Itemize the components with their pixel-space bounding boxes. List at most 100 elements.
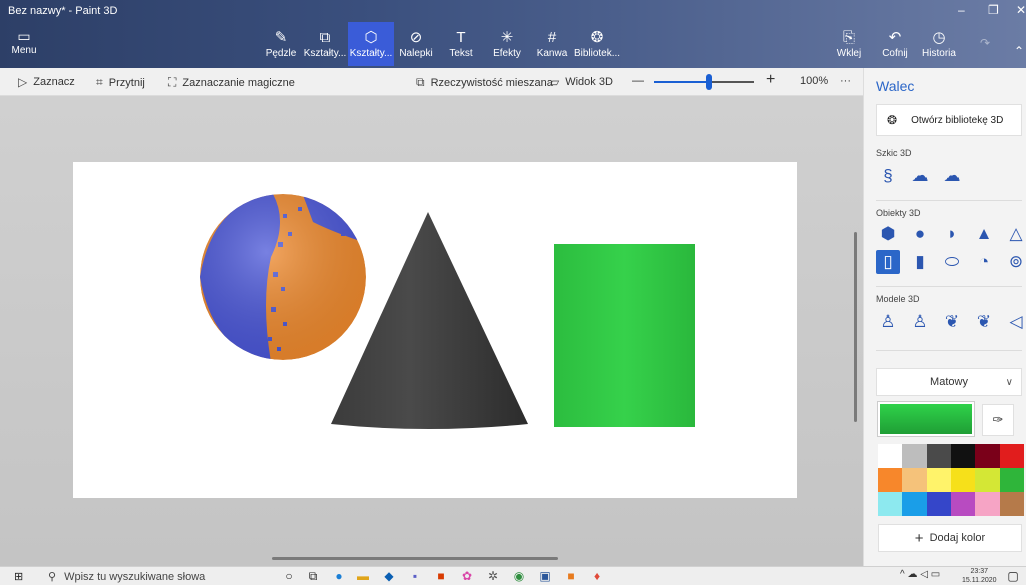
- cylinder-icon[interactable]: ▯: [876, 250, 900, 274]
- color-swatch[interactable]: [878, 444, 903, 468]
- horizontal-scrollbar[interactable]: [272, 557, 558, 560]
- zoom-in-button[interactable]: +: [766, 71, 775, 89]
- color-swatch[interactable]: [878, 492, 903, 516]
- donut-icon[interactable]: ◔: [972, 250, 996, 274]
- tool-library[interactable]: ❂ Bibliotek...: [574, 22, 620, 66]
- minimize-button[interactable]: –: [958, 3, 965, 17]
- app-orange-icon[interactable]: ■: [562, 568, 580, 584]
- text-icon: T: [456, 28, 466, 46]
- color-swatch[interactable]: [999, 468, 1024, 492]
- system-tray[interactable]: ^ ☁ ◁ ▭: [900, 569, 940, 580]
- color-swatch[interactable]: [926, 468, 951, 492]
- sketch-sharp-icon[interactable]: §: [876, 164, 900, 188]
- tool-3d-shapes[interactable]: ⬡ Kształty...: [348, 22, 394, 66]
- tool-2d-shapes[interactable]: ⧉ Kształty...: [302, 22, 348, 66]
- store-icon[interactable]: ◆: [380, 568, 398, 584]
- torus-icon[interactable]: ⊚: [1004, 250, 1026, 274]
- word-icon[interactable]: ▣: [536, 568, 554, 584]
- capsule-icon[interactable]: ⬭: [940, 250, 964, 274]
- app-drop-icon[interactable]: ♦: [588, 568, 606, 584]
- color-palette: [878, 444, 1024, 516]
- paste-button[interactable]: ⎘ Wklej: [826, 22, 872, 66]
- zoom-slider[interactable]: [654, 74, 754, 90]
- teams-icon[interactable]: ▪: [406, 568, 424, 584]
- notifications-icon[interactable]: ▢: [1004, 568, 1022, 584]
- selected-color-swatch[interactable]: [877, 401, 975, 437]
- zoom-slider-fill: [654, 81, 709, 83]
- pyramid-icon[interactable]: △: [1004, 222, 1026, 246]
- view3d-button[interactable]: ▱ Widok 3D: [550, 75, 613, 89]
- file-explorer-icon[interactable]: ▬: [354, 568, 372, 584]
- cone-object[interactable]: [331, 212, 528, 429]
- maximize-button[interactable]: ❐: [988, 3, 999, 17]
- color-swatch[interactable]: [878, 468, 903, 492]
- color-swatch[interactable]: [902, 468, 927, 492]
- sketch-tube-icon[interactable]: ☁: [940, 164, 964, 188]
- color-swatch[interactable]: [926, 444, 951, 468]
- cone-icon[interactable]: ▲: [972, 222, 996, 246]
- cube-icon[interactable]: ⬢: [876, 222, 900, 246]
- tool-brushes[interactable]: ✎ Pędzle: [258, 22, 304, 66]
- taskbar-search-input[interactable]: Wpisz tu wyszukiwane słowa: [64, 571, 205, 583]
- canvas[interactable]: [73, 162, 797, 498]
- tool-label: Kształty...: [349, 47, 393, 59]
- edge-icon[interactable]: ●: [330, 568, 348, 584]
- color-swatch[interactable]: [999, 444, 1024, 468]
- more-button[interactable]: ···: [840, 75, 851, 87]
- vertical-scrollbar[interactable]: [854, 232, 857, 422]
- undo-button[interactable]: ↶ Cofnij: [872, 22, 918, 66]
- windows-start-icon[interactable]: ⊞: [14, 570, 23, 583]
- tool-canvas[interactable]: # Kanwa: [529, 22, 575, 66]
- fish-model-icon[interactable]: ◁: [1004, 310, 1026, 334]
- color-swatch[interactable]: [902, 492, 927, 516]
- clock[interactable]: 23:37 15.11.2020: [962, 567, 997, 585]
- man-model-icon[interactable]: ♙: [876, 310, 900, 334]
- cat-model-icon[interactable]: ❦: [972, 310, 996, 334]
- office-icon[interactable]: ■: [432, 568, 450, 584]
- close-button[interactable]: ✕: [1016, 3, 1026, 17]
- crop-button[interactable]: ⌗ Przytnij: [96, 75, 145, 90]
- woman-model-icon[interactable]: ♙: [908, 310, 932, 334]
- color-swatch[interactable]: [926, 492, 951, 516]
- settings-icon[interactable]: ✲: [484, 568, 502, 584]
- magic-select-button[interactable]: ⛶ Zaznaczanie magiczne: [168, 75, 295, 90]
- sphere-icon[interactable]: ●: [908, 222, 932, 246]
- color-swatch[interactable]: [902, 444, 927, 468]
- color-swatch[interactable]: [975, 444, 1000, 468]
- tool-effects[interactable]: ✳ Efekty: [484, 22, 530, 66]
- task-view-icon[interactable]: ⧉: [304, 568, 322, 584]
- tool-stickers[interactable]: ⊘ Nalepki: [393, 22, 439, 66]
- objects-section-label: Obiekty 3D: [876, 208, 921, 218]
- collapse-chevron-icon[interactable]: ⌃: [1014, 44, 1024, 58]
- chrome-icon[interactable]: ◉: [510, 568, 528, 584]
- color-swatch[interactable]: [951, 444, 976, 468]
- zoom-out-button[interactable]: —: [632, 73, 644, 87]
- taskbar-search[interactable]: ⚲ Wpisz tu wyszukiwane słowa: [48, 567, 268, 585]
- zoom-slider-thumb[interactable]: [706, 74, 712, 90]
- eyedropper-icon[interactable]: ✑: [982, 404, 1014, 436]
- color-swatch[interactable]: [951, 468, 976, 492]
- dog-model-icon[interactable]: ❦: [940, 310, 964, 334]
- select-button[interactable]: ▷ Zaznacz: [18, 75, 75, 89]
- open-3d-library-button[interactable]: ❂ Otwórz bibliotekę 3D: [876, 104, 1022, 136]
- tube-icon[interactable]: ▮: [908, 250, 932, 274]
- material-dropdown[interactable]: Matowy ∨: [876, 368, 1022, 396]
- color-swatch[interactable]: [951, 492, 976, 516]
- add-color-button[interactable]: + Dodaj kolor: [878, 524, 1022, 552]
- color-swatch[interactable]: [999, 492, 1024, 516]
- color-swatch[interactable]: [975, 468, 1000, 492]
- menu-button[interactable]: ▭ Menu: [4, 22, 44, 62]
- sphere-object[interactable]: [200, 194, 366, 362]
- color-swatch[interactable]: [975, 492, 1000, 516]
- paint3d-taskbar-icon[interactable]: ✿: [458, 568, 476, 584]
- history-button[interactable]: ◷ Historia: [916, 22, 962, 66]
- cortana-icon[interactable]: ○: [280, 568, 298, 584]
- tool-text[interactable]: T Tekst: [438, 22, 484, 66]
- cylinder-object[interactable]: [554, 244, 695, 427]
- sketch-soft-icon[interactable]: ☁: [908, 164, 932, 188]
- crop-label: Przytnij: [108, 76, 145, 89]
- hemisphere-icon[interactable]: ◗: [940, 222, 964, 246]
- mixed-reality-button[interactable]: ⧉ Rzeczywistość mieszana: [416, 75, 553, 90]
- redo-icon[interactable]: ↷: [980, 36, 990, 50]
- magic-select-icon: ⛶: [168, 75, 177, 89]
